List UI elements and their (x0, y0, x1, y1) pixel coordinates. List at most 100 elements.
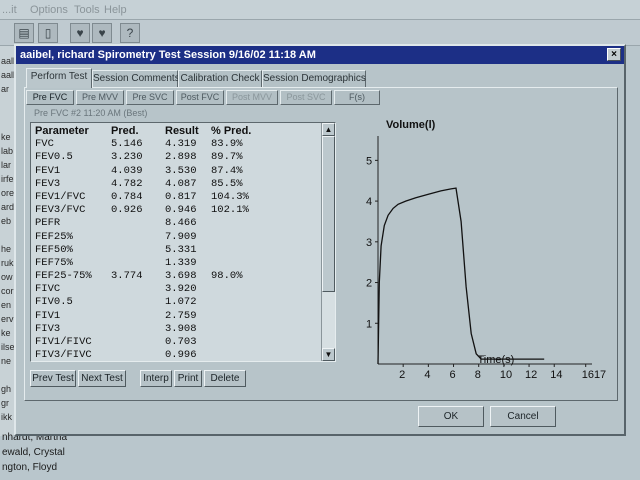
x-tick-label: 1617 (582, 369, 606, 378)
subtab-post-mvv[interactable]: Post MVV (226, 90, 278, 105)
table-row[interactable]: FIV1 2.759 (33, 310, 319, 323)
list-item[interactable]: ke (1, 132, 11, 142)
interp-button[interactable]: Interp (140, 370, 172, 387)
results-table-body: Parameter Pred. Result % Pred. FVC 5.146 4… (33, 125, 319, 361)
list-item[interactable]: ngton, Floyd (2, 462, 57, 473)
table-row[interactable]: FEF75% 1.339 (33, 257, 319, 270)
subtab-post-fvc[interactable]: Post FVC (176, 90, 224, 105)
document-icon[interactable]: ▯ (38, 23, 58, 43)
print-button[interactable]: Print (174, 370, 202, 387)
background-menu-edit[interactable]: ...it (2, 4, 17, 16)
subtab-post-svc[interactable]: Post SVC (280, 90, 332, 105)
background-menu-tools[interactable]: Tools (74, 4, 100, 16)
table-cell-result: 0.817 (165, 190, 197, 203)
list-item[interactable]: ne (1, 356, 11, 366)
dialog-titlebar[interactable]: aaibel, richard Spirometry Test Session … (16, 46, 624, 64)
list-item[interactable]: ard (1, 202, 14, 212)
next-test-button[interactable]: Next Test (78, 370, 126, 387)
list-item[interactable]: cor (1, 286, 14, 296)
table-cell-predicted: 4.782 (111, 177, 143, 190)
list-item[interactable]: erv (1, 314, 14, 324)
table-row[interactable]: FEV3 4.782 4.087 85.5% (33, 178, 319, 191)
background-menu-options[interactable]: Options (30, 4, 68, 16)
table-cell-result: 8.466 (165, 217, 197, 230)
table-row[interactable]: FEF25-75% 3.774 3.698 98.0% (33, 270, 319, 283)
table-row[interactable]: FIV3 3.908 (33, 323, 319, 336)
tab-calibration-check[interactable]: Calibration Check (178, 70, 262, 87)
table-cell-predicted: 3.230 (111, 151, 143, 164)
tab-session-demographics[interactable]: Session Demographics (262, 70, 366, 87)
scroll-down-arrow-icon[interactable]: ▼ (322, 348, 335, 361)
table-row[interactable]: FIV1/FIVC 0.703 (33, 336, 319, 349)
subtab-pre-mvv[interactable]: Pre MVV (76, 90, 124, 105)
test-result-label: Pre FVC #2 11:20 AM (Best) (34, 108, 148, 118)
x-tick-label: 6 (450, 369, 456, 378)
y-tick-label: 1 (366, 318, 372, 330)
table-row[interactable]: FEV0.5 3.230 2.898 89.7% (33, 151, 319, 164)
table-row[interactable]: FIV3/FIVC 0.996 (33, 349, 319, 361)
list-item[interactable]: gh (1, 384, 11, 394)
list-item[interactable]: eb (1, 216, 11, 226)
table-cell-percent-predicted: 98.0% (211, 270, 243, 283)
ok-button[interactable]: OK (418, 406, 484, 427)
table-cell-result: 2.898 (165, 151, 197, 164)
volume-time-graph: 1 2 3 4 5 2 4 6 8 10 12 14 1617 Volume(l) Time(s) (342, 116, 610, 378)
results-scrollbar[interactable]: ▲ ▼ (321, 123, 335, 361)
list-item[interactable]: ar (1, 84, 9, 94)
table-row[interactable]: FEV1/FVC 0.784 0.817 104.3% (33, 191, 319, 204)
table-row[interactable]: PEFR 8.466 (33, 217, 319, 230)
spirometry-session-dialog: aaibel, richard Spirometry Test Session … (14, 44, 626, 436)
delete-button[interactable]: Delete (204, 370, 246, 387)
list-item[interactable]: ow (1, 272, 13, 282)
table-cell-predicted: 3.774 (111, 270, 143, 283)
subtab-pre-svc[interactable]: Pre SVC (126, 90, 174, 105)
list-item[interactable]: lar (1, 160, 11, 170)
table-row[interactable]: FIVC 3.920 (33, 283, 319, 296)
list-item[interactable]: ruk (1, 258, 14, 268)
help-icon[interactable]: ? (120, 23, 140, 43)
list-item[interactable]: en (1, 300, 11, 310)
table-row[interactable]: FVC 5.146 4.319 83.9% (33, 138, 319, 151)
printer-icon[interactable]: ▤ (14, 23, 34, 43)
lungs-icon[interactable]: ♥ (70, 23, 90, 43)
header-predicted: Pred. (111, 125, 139, 137)
table-cell-percent-predicted: 83.9% (211, 138, 243, 151)
table-row[interactable]: FIV0.5 1.072 (33, 296, 319, 309)
table-cell-parameter: FEF50% (35, 243, 73, 256)
header-result: Result (165, 125, 199, 137)
table-row[interactable]: FEF50% 5.331 (33, 244, 319, 257)
subtab-pre-fvc[interactable]: Pre FVC (26, 90, 74, 105)
table-row[interactable]: FEV1 4.039 3.530 87.4% (33, 165, 319, 178)
x-tick-label: 12 (525, 369, 537, 378)
list-item[interactable]: lab (1, 146, 13, 156)
prev-test-button[interactable]: Prev Test (30, 370, 76, 387)
table-cell-parameter: FIVC (35, 283, 61, 296)
lungs-alt-icon[interactable]: ♥ (92, 23, 112, 43)
list-item[interactable]: gr (1, 398, 9, 408)
table-cell-parameter: FEV1 (35, 164, 61, 177)
list-item[interactable]: ke (1, 328, 11, 338)
table-cell-result: 2.759 (165, 309, 197, 322)
scroll-thumb[interactable] (322, 136, 335, 292)
tab-perform-test[interactable]: Perform Test (26, 68, 92, 88)
table-cell-result: 1.072 (165, 296, 197, 309)
table-cell-parameter: FEF25-75% (35, 270, 92, 283)
table-row[interactable]: FEV3/FVC 0.926 0.946 102.1% (33, 204, 319, 217)
list-item[interactable]: he (1, 244, 11, 254)
cancel-button[interactable]: Cancel (490, 406, 556, 427)
list-item[interactable]: ore (1, 188, 14, 198)
list-item[interactable]: ikk (1, 412, 12, 422)
table-cell-result: 4.087 (165, 177, 197, 190)
table-row[interactable]: FEF25% 7.909 (33, 231, 319, 244)
background-menu-help[interactable]: Help (104, 4, 127, 16)
tab-session-comments[interactable]: Session Comments (92, 70, 180, 87)
list-item[interactable]: ewald, Crystal (2, 447, 65, 458)
table-cell-result: 3.698 (165, 270, 197, 283)
close-button[interactable]: × (607, 48, 621, 61)
table-cell-parameter: FIV0.5 (35, 296, 73, 309)
subtab-fs[interactable]: F(s) (334, 90, 380, 105)
list-item[interactable]: ilse (1, 342, 15, 352)
scroll-up-arrow-icon[interactable]: ▲ (322, 123, 335, 136)
list-item[interactable]: irfe (1, 174, 14, 184)
table-cell-parameter: FEV3/FVC (35, 204, 86, 217)
